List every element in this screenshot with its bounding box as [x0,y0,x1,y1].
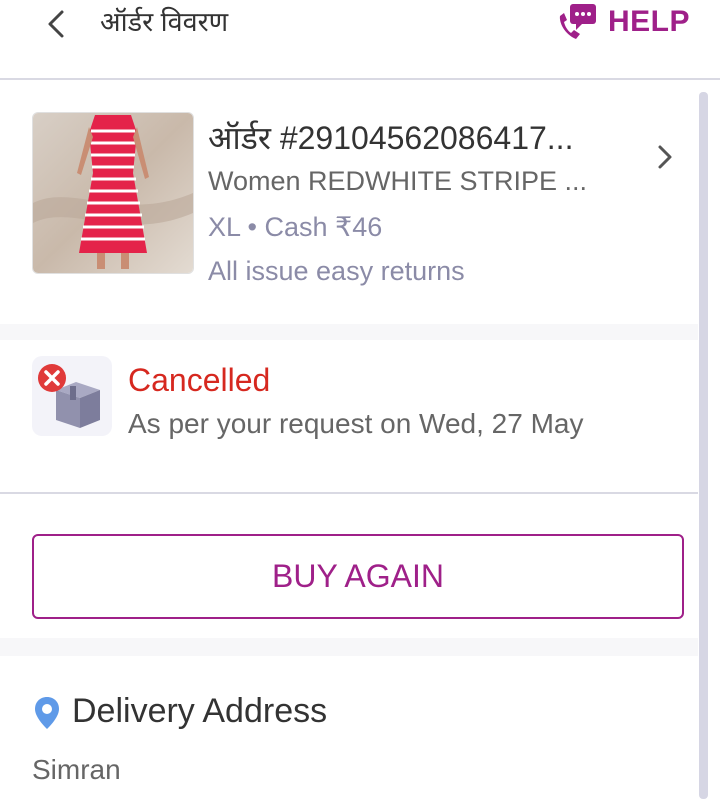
back-arrow-icon[interactable] [40,6,76,42]
section-gap [0,638,698,656]
returns-policy: All issue easy returns [208,256,465,286]
divider [0,492,698,494]
product-name: Women REDWHITE STRIPE ... [208,166,588,196]
status-title: Cancelled [128,362,271,398]
section-gap [0,324,698,340]
page-title: ऑर्डर विवरण [100,7,229,37]
location-pin-icon [35,697,59,729]
buy-again-button[interactable]: BUY AGAIN [32,534,684,619]
status-description: As per your request on Wed, 27 May [128,408,584,439]
chevron-right-icon[interactable] [650,140,680,174]
help-button[interactable]: HELP [556,0,690,44]
help-label: HELP [607,5,690,38]
help-chat-phone-icon [559,4,596,39]
product-size-price: XL • Cash ₹46 [208,212,383,242]
delivery-address-title: Delivery Address [72,692,328,730]
order-id: ऑर्डर #29104562086417... [208,120,574,156]
scrollbar[interactable] [699,92,708,799]
cancelled-box-icon [32,356,112,436]
app-header: ऑर्डर विवरण HELP [0,0,720,80]
dress-photo [33,113,193,273]
product-image[interactable] [32,112,194,274]
delivery-recipient-name: Simran [32,754,121,785]
